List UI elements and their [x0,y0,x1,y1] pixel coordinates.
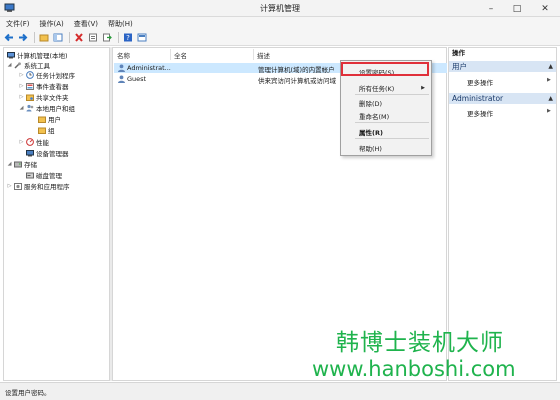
column-header-fullname[interactable]: 全名 [174,50,187,60]
expand-arrow-icon[interactable]: ▷ [18,72,25,78]
actions-header: 操作 [452,49,465,57]
actions-section-users[interactable]: 用户 ▲ [449,61,556,72]
expand-arrow-icon[interactable]: ▷ [18,94,25,100]
tree-item[interactable]: ▷ 服务和应用程序 [6,181,70,191]
back-icon[interactable] [3,32,15,44]
collapse-icon[interactable]: ▲ [548,93,553,104]
user-name: Administrat... [127,64,171,72]
folder-icon [37,126,46,134]
tree-item[interactable]: ▷ 共享文件夹 [18,92,69,102]
disk-icon [25,171,34,179]
collapse-icon[interactable]: ▲ [548,61,553,72]
more-actions-link[interactable]: 更多操作 ▶ [467,77,551,87]
status-bar: 设置用户密码。 [0,382,560,400]
user-name: Guest [127,75,147,83]
toolbar-separator [34,32,35,43]
tree-item[interactable]: 计算机管理(本地) [6,50,68,60]
expand-arrow-icon[interactable]: ◢ [6,161,13,167]
watermark-title: 韩博士装机大师 [336,330,504,356]
menu-item-all-tasks[interactable]: 所有任务(K) [359,83,394,93]
users-icon [25,104,34,112]
window-title: 计算机管理 [260,4,300,13]
submenu-arrow-icon: ▶ [547,77,551,83]
menu-item-delete[interactable]: 删除(D) [359,98,382,108]
menu-item-rename[interactable]: 重命名(M) [359,111,389,121]
submenu-arrow-icon: ▶ [547,108,551,114]
view-icon[interactable] [136,32,148,44]
storage-icon [13,160,22,168]
navigation-tree: 计算机管理(本地) ◢ 系统工具 ▷ 任务计划程序 ▷ 事件查看器 ▷ 共享文件… [3,47,110,381]
user-icon [118,75,125,83]
show-tree-icon[interactable] [52,32,64,44]
tree-item[interactable]: 组 [37,125,55,135]
tree-item[interactable]: ◢ 本地用户和组 [18,103,75,113]
highlight-box [341,62,429,76]
computer-icon [6,51,15,59]
column-divider[interactable] [170,49,171,60]
menu-item-properties[interactable]: 属性(R) [359,127,383,137]
user-description: 管理计算机(域)的内置帐户 [258,66,335,74]
menu-separator [355,94,429,95]
more-actions-link[interactable]: 更多操作 ▶ [467,108,551,118]
performance-icon [25,138,34,146]
properties-icon[interactable] [87,32,99,44]
column-header-name[interactable]: 名称 [117,50,130,60]
tree-item[interactable]: 设备管理器 [25,148,69,158]
svg-text:?: ? [126,34,130,42]
menu-bar: 文件(F) 操作(A) 查看(V) 帮助(H) [0,17,560,30]
expand-arrow-icon[interactable]: ◢ [6,62,13,68]
column-divider[interactable] [253,49,254,60]
toolbar-separator [118,32,119,43]
user-icon [118,64,125,72]
minimize-button[interactable]: – [478,0,504,17]
delete-icon[interactable] [73,32,85,44]
tree-item[interactable]: ▷ 任务计划程序 [18,70,75,80]
forward-icon[interactable] [17,32,29,44]
menu-action[interactable]: 操作(A) [40,19,64,29]
toolbar: ? [0,30,560,46]
user-description: 供来宾访问计算机或访问域 [258,77,336,85]
menu-help[interactable]: 帮助(H) [108,19,133,29]
tree-item[interactable]: ▷ 性能 [18,137,49,147]
column-header-description[interactable]: 描述 [257,50,270,60]
tree-item[interactable]: ◢ 存储 [6,159,37,169]
tree-item[interactable]: 磁盘管理 [25,170,62,180]
clock-icon [25,71,34,79]
help-icon[interactable]: ? [122,32,134,44]
tree-item[interactable]: ▷ 事件查看器 [18,81,69,91]
title-bar: 计算机管理 – □ ✕ [0,0,560,17]
menu-view[interactable]: 查看(V) [74,19,98,29]
tree-item[interactable]: 用户 [37,114,61,124]
tools-icon [13,61,22,69]
expand-arrow-icon[interactable]: ▷ [6,183,13,189]
services-icon [13,182,22,190]
submenu-arrow-icon: ▶ [421,85,425,91]
watermark-url: www.hanboshi.com [312,357,516,381]
actions-section-administrator[interactable]: Administrator ▲ [449,93,556,104]
expand-arrow-icon[interactable]: ▷ [18,139,25,145]
export-icon[interactable] [101,32,113,44]
expand-arrow-icon[interactable]: ▷ [18,83,25,89]
up-folder-icon[interactable] [38,32,50,44]
event-viewer-icon [25,82,34,90]
expand-arrow-icon[interactable]: ◢ [18,105,25,111]
menu-file[interactable]: 文件(F) [6,19,30,29]
menu-separator [355,122,429,123]
close-button[interactable]: ✕ [530,0,560,17]
status-text: 设置用户密码。 [5,389,51,397]
folder-icon [37,115,46,123]
tree-item[interactable]: ◢ 系统工具 [6,60,50,70]
menu-separator [355,138,429,139]
shared-folder-icon [25,93,34,101]
menu-item-help[interactable]: 帮助(H) [359,143,382,153]
device-manager-icon [25,149,34,157]
toolbar-separator [69,32,70,43]
maximize-button[interactable]: □ [504,0,530,17]
